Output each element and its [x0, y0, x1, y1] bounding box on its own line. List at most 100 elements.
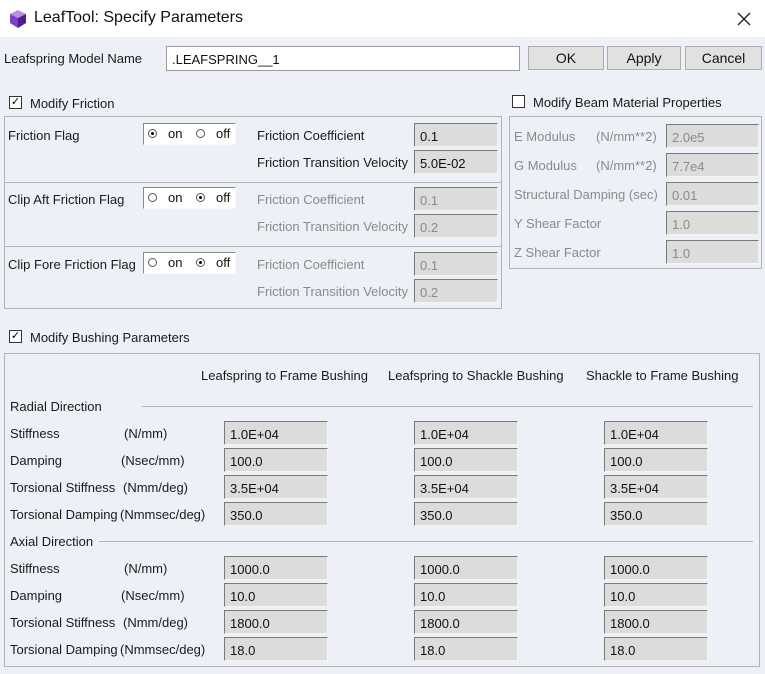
clip-fore-on-radio[interactable] — [148, 258, 157, 267]
axial-damping-shackle-field[interactable]: 10.0 — [414, 583, 518, 607]
close-icon — [737, 12, 751, 26]
radial-torsional-damping-frame-field[interactable]: 350.0 — [224, 502, 328, 526]
axial-torsional-stiffness-shackle-field[interactable]: 1800.0 — [414, 610, 518, 634]
friction-flag-label: Friction Flag — [8, 128, 80, 143]
axial-damping-unit: (Nsec/mm) — [121, 588, 185, 603]
apply-button[interactable]: Apply — [607, 46, 681, 70]
radial-stiffness-shackle-field[interactable]: 1.0E+04 — [414, 421, 518, 445]
axial-torsional-stiffness-unit: (Nmm/deg) — [123, 615, 189, 630]
clip-aft-friction-flag-label: Clip Aft Friction Flag — [8, 192, 125, 207]
model-name-label: Leafspring Model Name — [4, 51, 143, 66]
e-modulus-label: E Modulus — [514, 129, 576, 144]
modify-beam-label: Modify Beam Material Properties — [533, 95, 722, 110]
radio-off-label: off — [216, 126, 231, 141]
ok-button[interactable]: OK — [528, 46, 604, 70]
axial-stiffness-shackle-frame-field[interactable]: 1000.0 — [604, 556, 708, 580]
axial-separator — [99, 541, 753, 542]
friction-velocity-field[interactable]: 5.0E-02 — [414, 150, 498, 174]
axial-stiffness-label: Stiffness — [10, 561, 60, 576]
axial-torsional-stiffness-frame-field[interactable]: 1800.0 — [224, 610, 328, 634]
axial-torsional-stiffness-shackle-frame-field[interactable]: 1800.0 — [604, 610, 708, 634]
axial-stiffness-frame-field[interactable]: 1000.0 — [224, 556, 328, 580]
radial-torsional-stiffness-frame-field[interactable]: 3.5E+04 — [224, 475, 328, 499]
modify-friction-checkbox[interactable]: ✓ — [9, 96, 22, 109]
radial-damping-shackle-field[interactable]: 100.0 — [414, 448, 518, 472]
radial-torsional-damping-unit: (Nmmsec/deg) — [120, 507, 206, 522]
radial-separator — [142, 406, 753, 407]
clip-aft-velocity-label: Friction Transition Velocity — [257, 219, 409, 234]
friction-separator — [5, 246, 501, 247]
structural-damping-label: Structural Damping (sec) — [514, 187, 658, 202]
radial-torsional-damping-label: Torsional Damping — [10, 507, 118, 522]
title-bar: LeafTool: Specify Parameters — [0, 0, 765, 37]
axial-torsional-stiffness-label: Torsional Stiffness — [10, 615, 116, 630]
axial-stiffness-shackle-field[interactable]: 1000.0 — [414, 556, 518, 580]
axial-direction-title: Axial Direction — [10, 534, 94, 549]
axial-stiffness-unit: (N/mm) — [124, 561, 168, 576]
radial-torsional-damping-shackle-frame-field[interactable]: 350.0 — [604, 502, 708, 526]
axial-torsional-damping-frame-field[interactable]: 18.0 — [224, 637, 328, 661]
clip-fore-coefficient-field[interactable]: 0.1 — [414, 252, 498, 276]
check-mark-icon: ✓ — [10, 330, 21, 342]
modify-beam-checkbox[interactable] — [512, 95, 525, 108]
g-modulus-field[interactable]: 7.7e4 — [666, 153, 759, 177]
friction-separator — [5, 182, 501, 183]
radial-torsional-stiffness-unit: (Nmm/deg) — [123, 480, 189, 495]
radio-on-label: on — [168, 126, 183, 141]
axial-damping-label: Damping — [10, 588, 63, 603]
friction-flag-on-radio[interactable] — [148, 129, 157, 138]
axial-damping-frame-field[interactable]: 10.0 — [224, 583, 328, 607]
cancel-button[interactable]: Cancel — [685, 46, 762, 70]
clip-aft-coefficient-label: Friction Coefficient — [257, 192, 365, 207]
clip-aft-on-radio[interactable] — [148, 193, 157, 202]
friction-flag-radio-group: on off — [143, 123, 236, 145]
radial-damping-frame-field[interactable]: 100.0 — [224, 448, 328, 472]
radial-stiffness-shackle-frame-field[interactable]: 1.0E+04 — [604, 421, 708, 445]
model-name-input[interactable]: .LEAFSPRING__1 — [166, 46, 520, 71]
z-shear-factor-field[interactable]: 1.0 — [666, 240, 759, 264]
radial-damping-label: Damping — [10, 453, 63, 468]
modify-bushing-label: Modify Bushing Parameters — [30, 330, 190, 345]
clip-fore-radio-group: on off — [143, 252, 236, 274]
radial-torsional-stiffness-shackle-field[interactable]: 3.5E+04 — [414, 475, 518, 499]
radial-stiffness-label: Stiffness — [10, 426, 60, 441]
axial-torsional-damping-shackle-field[interactable]: 18.0 — [414, 637, 518, 661]
clip-aft-velocity-field[interactable]: 0.2 — [414, 214, 498, 238]
axial-torsional-damping-shackle-frame-field[interactable]: 18.0 — [604, 637, 708, 661]
axial-torsional-damping-label: Torsional Damping — [10, 642, 118, 657]
radial-stiffness-frame-field[interactable]: 1.0E+04 — [224, 421, 328, 445]
e-modulus-unit: (N/mm**2) — [596, 129, 657, 144]
radial-stiffness-unit: (N/mm) — [124, 426, 168, 441]
y-shear-factor-field[interactable]: 1.0 — [666, 211, 759, 235]
z-shear-factor-label: Z Shear Factor — [514, 245, 601, 260]
radial-torsional-stiffness-shackle-frame-field[interactable]: 3.5E+04 — [604, 475, 708, 499]
radial-damping-shackle-frame-field[interactable]: 100.0 — [604, 448, 708, 472]
radio-off-label: off — [216, 190, 231, 205]
clip-fore-off-radio[interactable] — [196, 258, 205, 267]
radial-torsional-damping-shackle-field[interactable]: 350.0 — [414, 502, 518, 526]
column-header-shackle-frame-bushing: Shackle to Frame Bushing — [586, 368, 739, 383]
close-button[interactable] — [728, 6, 760, 32]
clip-aft-off-radio[interactable] — [196, 193, 205, 202]
radio-on-label: on — [168, 255, 183, 270]
window-title: LeafTool: Specify Parameters — [34, 9, 243, 26]
clip-fore-velocity-label: Friction Transition Velocity — [257, 284, 409, 299]
structural-damping-field[interactable]: 0.01 — [666, 182, 759, 206]
radial-torsional-stiffness-label: Torsional Stiffness — [10, 480, 116, 495]
check-mark-icon: ✓ — [10, 96, 21, 108]
g-modulus-label: G Modulus — [514, 158, 577, 173]
dialog-body: Leafspring Model Name .LEAFSPRING__1 OK … — [0, 37, 765, 674]
friction-coefficient-field[interactable]: 0.1 — [414, 123, 498, 147]
e-modulus-field[interactable]: 2.0e5 — [666, 124, 759, 148]
modify-friction-label: Modify Friction — [30, 96, 115, 111]
modify-bushing-checkbox[interactable]: ✓ — [9, 330, 22, 343]
axial-damping-shackle-frame-field[interactable]: 10.0 — [604, 583, 708, 607]
column-header-frame-bushing: Leafspring to Frame Bushing — [201, 368, 368, 383]
clip-aft-coefficient-field[interactable]: 0.1 — [414, 187, 498, 211]
column-header-shackle-bushing: Leafspring to Shackle Bushing — [388, 368, 564, 383]
clip-fore-friction-flag-label: Clip Fore Friction Flag — [8, 257, 136, 272]
clip-fore-velocity-field[interactable]: 0.2 — [414, 279, 498, 303]
friction-flag-off-radio[interactable] — [196, 129, 205, 138]
app-cube-icon — [10, 10, 26, 28]
clip-fore-coefficient-label: Friction Coefficient — [257, 257, 365, 272]
